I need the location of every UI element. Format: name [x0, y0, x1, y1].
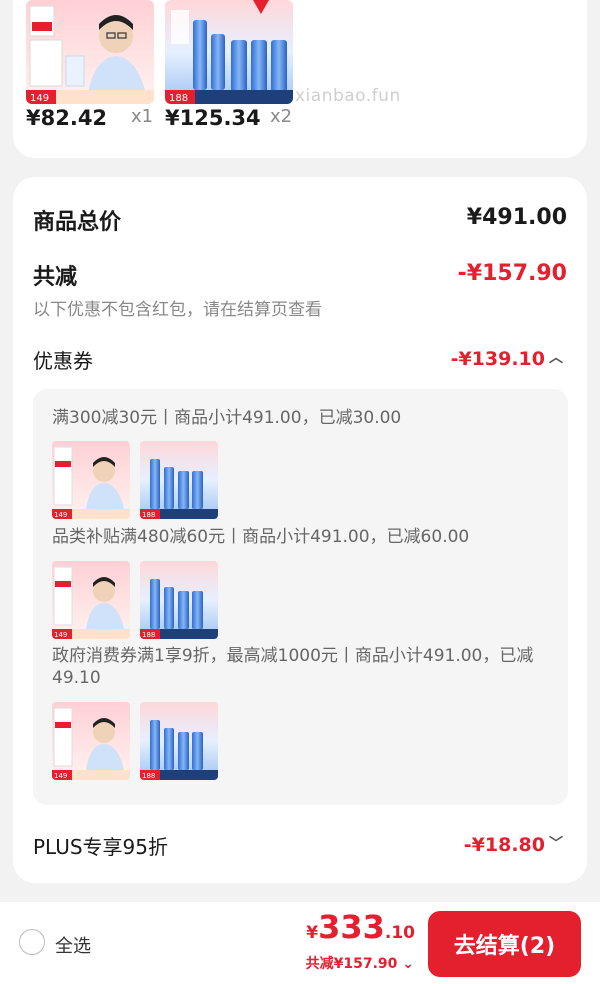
checkout-bar: 全选 ¥333.10 共减¥157.90 ⌄ 去结算(2): [0, 902, 600, 984]
thumbnail-price-badge: 149: [30, 93, 49, 104]
total-price: ¥333.10: [306, 908, 415, 946]
plus-discount-label: PLUS专享95折: [33, 835, 168, 859]
savings-text: 共减¥157.90: [305, 956, 398, 972]
select-all-radio[interactable]: [19, 929, 45, 955]
savings-detail-toggle[interactable]: 共减¥157.90 ⌄: [306, 953, 414, 973]
mini-price-badge: 149: [54, 511, 67, 519]
plus-discount-value: -¥18.80: [463, 834, 545, 856]
product-mini-thumbnail: 188: [140, 702, 218, 780]
mini-price-badge: 149: [54, 772, 67, 780]
discount-note: 以下优惠不包含红包，请在结算页查看: [33, 300, 322, 320]
mini-price-badge: 188: [142, 511, 155, 519]
total-price-decimal: .10: [384, 923, 415, 943]
product-mini-thumbnail: 149: [52, 561, 130, 639]
coupon-label: 优惠券: [33, 349, 93, 373]
goods-total-label: 商品总价: [33, 210, 122, 235]
product-mini-thumbnail: 149: [52, 441, 130, 519]
total-discount-label: 共减: [33, 265, 78, 290]
coupon-rule-text: 满300减30元丨商品小计491.00，已减30.00: [52, 408, 402, 428]
product-mini-thumbnail: 188: [140, 561, 218, 639]
coupon-rule-text: 品类补贴满480减60元丨商品小计491.00，已减60.00: [52, 527, 470, 547]
mini-price-badge: 188: [142, 772, 155, 780]
coupon-toggle[interactable]: -¥139.10 ︿: [451, 347, 563, 370]
product-list-card: 149 188 ¥82.42 x1 ¥125.34 x2: [13, 0, 587, 158]
goods-total-value: ¥491.00: [466, 205, 567, 230]
plus-discount-toggle[interactable]: -¥18.80 ﹀: [464, 833, 563, 856]
coupon-value: -¥139.10: [450, 348, 545, 370]
mini-price-badge: 149: [54, 631, 67, 639]
select-all-label[interactable]: 全选: [55, 932, 91, 958]
product-thumbnail-2[interactable]: 188: [165, 0, 293, 104]
total-discount-value: -¥157.90: [457, 261, 567, 286]
item-quantity: x2: [270, 106, 293, 127]
product-thumbnail-1[interactable]: 149: [26, 0, 154, 104]
chevron-down-icon: ﹀: [549, 836, 563, 852]
watermark-text: xianbao.fun: [295, 86, 401, 106]
item-price: ¥125.34: [165, 106, 261, 130]
chevron-down-icon: ⌄: [402, 956, 414, 972]
chevron-up-icon: ︿: [549, 350, 563, 366]
item-quantity: x1: [131, 106, 154, 127]
checkout-button[interactable]: 去结算(2): [428, 911, 581, 977]
total-price-integer: 333: [318, 908, 385, 946]
product-mini-thumbnail: 149: [52, 702, 130, 780]
price-summary-card: 商品总价 ¥491.00 共减 -¥157.90 以下优惠不包含红包，请在结算页…: [13, 177, 587, 883]
mini-price-badge: 188: [142, 631, 155, 639]
item-price: ¥82.42: [26, 106, 108, 130]
coupon-detail-panel: 满300减30元丨商品小计491.00，已减30.00 149 188 品类补贴…: [33, 389, 568, 805]
coupon-rule-text: 政府消费券满1享9折，最高减1000元丨商品小计491.00，已减49.10: [52, 646, 534, 688]
currency-symbol: ¥: [306, 923, 319, 943]
product-mini-thumbnail: 188: [140, 441, 218, 519]
thumbnail-price-badge: 188: [169, 93, 188, 104]
